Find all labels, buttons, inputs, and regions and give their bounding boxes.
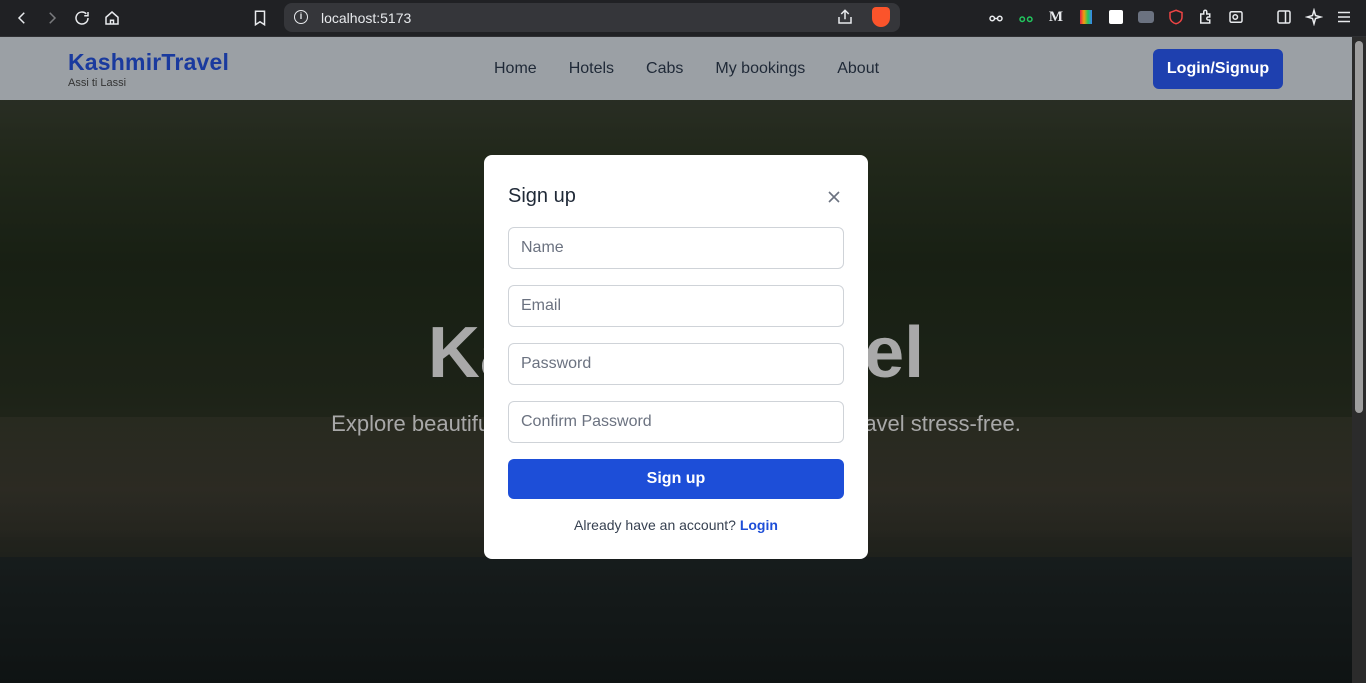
nav-hotels[interactable]: Hotels bbox=[569, 60, 614, 78]
nav-my-bookings[interactable]: My bookings bbox=[715, 60, 805, 78]
lock-extension-icon[interactable] bbox=[1107, 8, 1125, 26]
nav-cabs[interactable]: Cabs bbox=[646, 60, 683, 78]
media-icon[interactable] bbox=[1137, 8, 1155, 26]
medium-icon[interactable]: M bbox=[1047, 8, 1065, 26]
sidebar-icon[interactable] bbox=[1275, 8, 1293, 26]
extension-icon[interactable] bbox=[987, 8, 1005, 26]
screenshot-icon[interactable] bbox=[1227, 8, 1245, 26]
extension-icon[interactable] bbox=[1017, 8, 1035, 26]
url-text: localhost:5173 bbox=[321, 10, 412, 26]
shield-icon[interactable] bbox=[1167, 8, 1185, 26]
switch-prompt: Already have an account? bbox=[574, 517, 740, 533]
nav-about[interactable]: About bbox=[837, 60, 879, 78]
back-icon[interactable] bbox=[10, 6, 34, 30]
reload-icon[interactable] bbox=[70, 6, 94, 30]
close-icon[interactable] bbox=[824, 187, 844, 207]
share-icon[interactable] bbox=[836, 8, 854, 26]
signup-submit-button[interactable]: Sign up bbox=[508, 459, 844, 499]
main-menu: Home Hotels Cabs My bookings About bbox=[494, 60, 879, 78]
brand[interactable]: KashmirTravel Assi ti Lassi bbox=[68, 49, 229, 89]
extensions-puzzle-icon[interactable] bbox=[1197, 8, 1215, 26]
email-field[interactable] bbox=[508, 285, 844, 327]
bookmark-icon[interactable] bbox=[248, 6, 272, 30]
page-scrollbar[interactable] bbox=[1352, 37, 1366, 683]
confirm-password-field[interactable] bbox=[508, 401, 844, 443]
modal-title: Sign up bbox=[508, 185, 576, 207]
leo-ai-icon[interactable] bbox=[1305, 8, 1323, 26]
signup-modal: Sign up Sign up Already have an account?… bbox=[484, 155, 868, 559]
name-field[interactable] bbox=[508, 227, 844, 269]
address-bar[interactable]: i localhost:5173 bbox=[284, 3, 900, 32]
home-icon[interactable] bbox=[100, 6, 124, 30]
login-link[interactable]: Login bbox=[740, 517, 778, 533]
brand-tagline: Assi ti Lassi bbox=[68, 77, 127, 89]
password-field[interactable] bbox=[508, 343, 844, 385]
scrollbar-thumb[interactable] bbox=[1355, 41, 1363, 413]
forward-icon[interactable] bbox=[40, 6, 64, 30]
extension-icon[interactable] bbox=[1077, 8, 1095, 26]
browser-toolbar: i localhost:5173 M bbox=[0, 0, 1366, 37]
brave-shield-icon[interactable] bbox=[872, 7, 890, 27]
login-signup-button[interactable]: Login/Signup bbox=[1153, 49, 1283, 89]
login-switch: Already have an account? Login bbox=[484, 517, 868, 533]
site-info-icon[interactable]: i bbox=[294, 10, 308, 24]
nav-home[interactable]: Home bbox=[494, 60, 537, 78]
menu-icon[interactable] bbox=[1335, 8, 1353, 26]
site-navbar: KashmirTravel Assi ti Lassi Home Hotels … bbox=[0, 37, 1352, 100]
brand-title: KashmirTravel bbox=[68, 49, 230, 75]
